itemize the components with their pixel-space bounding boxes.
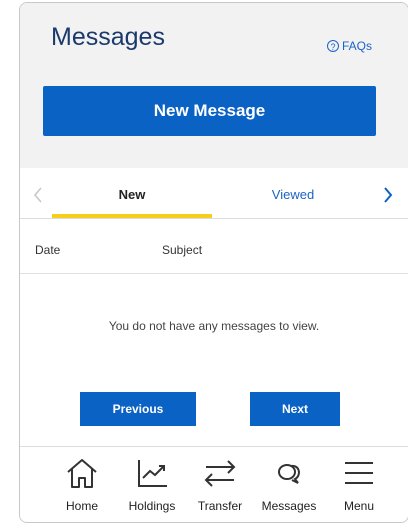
new-message-button[interactable]: New Message (43, 86, 376, 136)
page-title: Messages (51, 23, 165, 51)
column-subject[interactable]: Subject (162, 243, 202, 257)
nav-item-transfer[interactable]: Transfer (185, 453, 255, 513)
hamburger-icon (345, 462, 373, 484)
message-tabs: New Viewed (20, 170, 408, 219)
chevron-right-icon[interactable] (382, 186, 394, 204)
nav-item-home[interactable]: Home (47, 453, 117, 513)
column-date[interactable]: Date (35, 243, 60, 257)
messages-header: Messages ? FAQs New Message (20, 3, 408, 168)
faq-link[interactable]: ? FAQs (326, 39, 372, 53)
home-icon (67, 459, 97, 488)
nav-label-holdings: Holdings (128, 499, 176, 513)
previous-button[interactable]: Previous (80, 392, 196, 426)
transfer-arrows-icon (204, 460, 236, 487)
help-circle-icon: ? (326, 40, 339, 52)
empty-state-message: You do not have any messages to view. (108, 319, 320, 333)
active-tab-indicator (52, 214, 212, 218)
nav-label-menu: Menu (343, 499, 375, 513)
nav-item-menu[interactable]: Menu (324, 453, 394, 513)
phone-frame: Messages ? FAQs New Message New Viewed D… (19, 2, 408, 523)
nav-item-holdings[interactable]: Holdings (117, 453, 187, 513)
nav-label-messages: Messages (261, 499, 317, 513)
chevron-left-icon[interactable] (32, 186, 44, 204)
next-button[interactable]: Next (250, 392, 340, 426)
tab-new[interactable]: New (52, 187, 212, 202)
nav-label-transfer: Transfer (197, 499, 243, 513)
faq-label: FAQs (341, 39, 372, 53)
bottom-navigation: Home Holdings Transfer Messages Menu (20, 446, 408, 522)
tab-viewed[interactable]: Viewed (213, 187, 373, 202)
nav-item-messages[interactable]: Messages (254, 453, 324, 513)
table-header: Date Subject (20, 231, 408, 274)
chart-trend-icon (138, 460, 167, 487)
chat-bubbles-icon (278, 464, 301, 484)
nav-label-home: Home (65, 499, 98, 513)
